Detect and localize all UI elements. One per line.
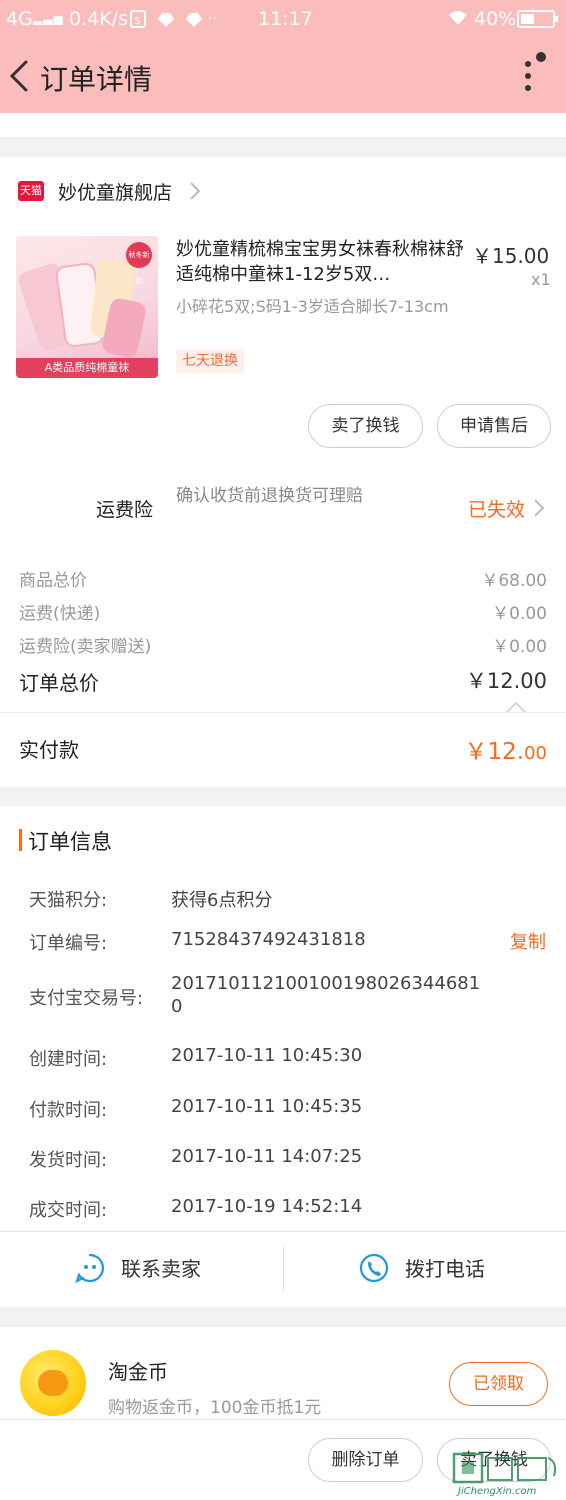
fee-label: 运费险(卖家赠送) xyxy=(19,637,152,657)
gold-coin-icon xyxy=(20,1350,86,1416)
app-header: 4G ▂▃▅ 0.4K/s $ ··· 11:17 40% 订单详情 xyxy=(0,0,566,113)
product-badge: 秋冬新款 xyxy=(126,242,152,285)
product-spec: 小碎花5双;S码1-3岁适合脚长7-13cm xyxy=(176,297,449,316)
fee-label: 运费(快递) xyxy=(19,604,101,624)
actual-paid-label: 实付款 xyxy=(19,738,79,762)
info-label: 创建时间: xyxy=(29,1049,108,1070)
sell-for-cash-button[interactable]: 卖了换钱 xyxy=(308,404,423,448)
actual-paid-main: ￥12. xyxy=(464,739,525,765)
info-label: 支付宝交易号: xyxy=(29,988,144,1009)
caret-up-icon[interactable] xyxy=(505,698,527,713)
chevron-right-icon[interactable] xyxy=(533,498,545,518)
product-title[interactable]: 妙优童精梳棉宝宝男女袜春秋棉袜舒适纯棉中童袜1-12岁5双… xyxy=(176,237,466,287)
tmall-logo: 天猫 xyxy=(18,181,44,201)
fee-value: ￥0.00 xyxy=(492,637,547,657)
product-quantity: x1 xyxy=(531,270,551,289)
info-value: 2017-10-19 14:52:14 xyxy=(171,1196,363,1217)
notification-icons: $ ··· xyxy=(130,9,221,34)
order-total-label: 订单总价 xyxy=(19,671,99,695)
order-total-value: ￥12.00 xyxy=(465,669,547,693)
section-accent-bar xyxy=(19,829,22,851)
divider xyxy=(0,712,566,713)
battery-percent: 40% xyxy=(474,8,517,30)
info-value: 2017-10-11 14:07:25 xyxy=(171,1146,363,1167)
actual-paid-value: ￥12.00 xyxy=(465,732,547,766)
network-speed: 0.4K/s xyxy=(69,8,128,30)
shipping-insurance-description: 确认收货前退换货可理赔 xyxy=(176,486,363,506)
more-menu-icon[interactable] xyxy=(516,52,556,96)
info-value: 获得6点积分 xyxy=(171,890,273,911)
info-label: 订单编号: xyxy=(29,933,108,954)
alipay-transaction-number: 201710112100100198026344681 xyxy=(171,973,481,994)
product-image[interactable]: 秋冬新款 A类品质纯棉童袜 xyxy=(16,236,158,378)
info-label: 成交时间: xyxy=(29,1200,108,1221)
contact-seller-label[interactable]: 联系卖家 xyxy=(121,1253,201,1282)
product-price: ￥15.00 xyxy=(472,244,550,268)
return-policy-tag: 七天退换 xyxy=(176,349,244,373)
network-indicator: 4G xyxy=(6,8,33,30)
order-info-title: 订单信息 xyxy=(28,830,112,854)
svg-text:$: $ xyxy=(134,14,141,27)
actual-paid-cents: 00 xyxy=(524,743,547,764)
after-sale-button[interactable]: 申请售后 xyxy=(437,404,551,448)
signal-bars-icon: ▂▃▅ xyxy=(33,11,64,25)
order-number: 71528437492431818 xyxy=(171,929,366,950)
fee-value: ￥68.00 xyxy=(481,571,547,591)
call-phone-label[interactable]: 拨打电话 xyxy=(405,1253,485,1282)
info-value: 2017-10-11 10:45:35 xyxy=(171,1096,363,1117)
back-arrow-icon[interactable] xyxy=(6,56,34,96)
coin-mascot-icon xyxy=(38,1370,68,1396)
shipping-insurance-label: 运费险 xyxy=(96,499,154,521)
page-title: 订单详情 xyxy=(40,63,153,96)
delete-order-button[interactable]: 删除订单 xyxy=(308,1438,423,1482)
info-label: 天猫积分: xyxy=(29,890,108,911)
fee-label: 商品总价 xyxy=(19,571,87,591)
chat-face-icon xyxy=(75,1253,105,1284)
phone-icon xyxy=(359,1253,389,1283)
copy-order-number-button[interactable]: 复制 xyxy=(510,928,546,954)
clock: 11:17 xyxy=(258,8,313,30)
chevron-right-icon[interactable] xyxy=(188,181,202,201)
fee-value: ￥0.00 xyxy=(492,604,547,624)
info-label: 发货时间: xyxy=(29,1150,108,1171)
coins-claimed-button[interactable]: 已领取 xyxy=(449,1362,548,1406)
battery-icon xyxy=(517,10,559,33)
product-image-banner: A类品质纯棉童袜 xyxy=(16,358,158,378)
wifi-icon xyxy=(447,9,469,32)
coins-description: 购物返金币，100金币抵1元 xyxy=(108,1398,322,1418)
alipay-transaction-number-line2: 0 xyxy=(171,996,183,1017)
svg-text:···: ··· xyxy=(208,11,216,27)
watermark-text: JiChengXin.com xyxy=(458,1486,537,1497)
info-value: 2017-10-11 10:45:30 xyxy=(171,1045,363,1066)
shipping-insurance-status[interactable]: 已失效 xyxy=(468,495,525,522)
info-label: 付款时间: xyxy=(29,1100,108,1121)
store-name[interactable]: 妙优童旗舰店 xyxy=(58,178,172,205)
top-strip xyxy=(0,113,566,137)
coins-title: 淘金币 xyxy=(108,1360,168,1384)
